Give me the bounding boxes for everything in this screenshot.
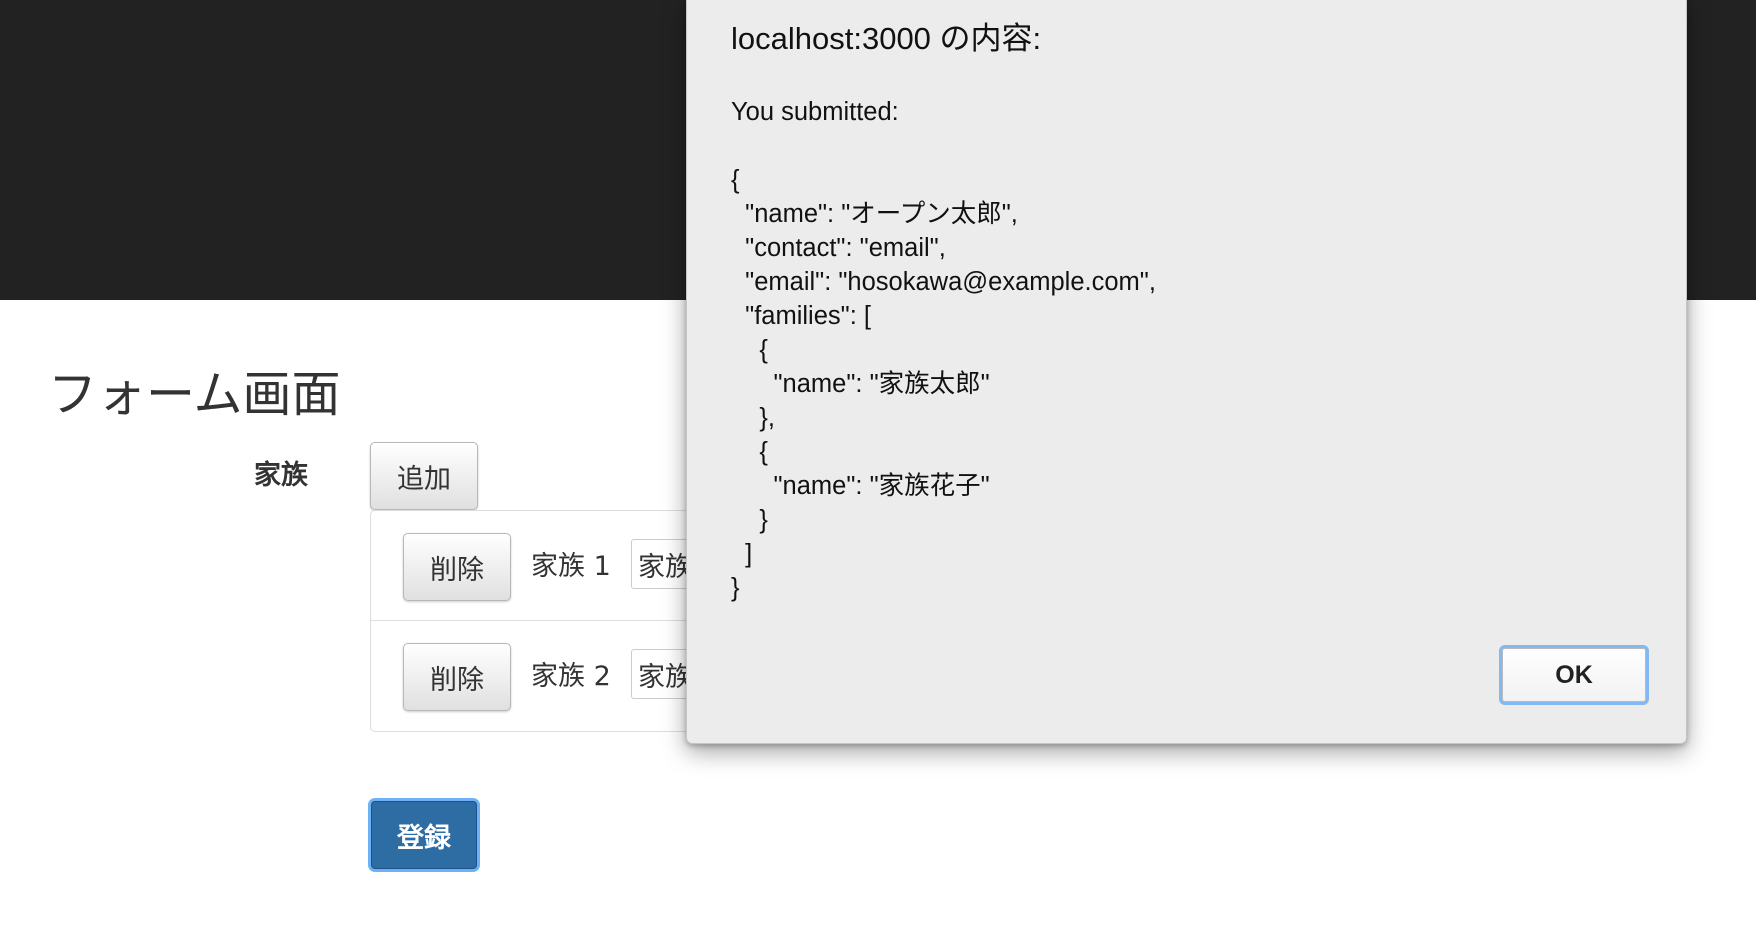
families-field-label: 家族 (254, 460, 308, 491)
alert-dialog-message: You submitted: { "name": "オープン太郎", "cont… (731, 98, 1156, 602)
alert-ok-button[interactable]: OK (1499, 645, 1649, 705)
family-row-label: 家族 2 (531, 661, 611, 692)
delete-family-button[interactable]: 削除 (403, 533, 511, 601)
delete-family-button[interactable]: 削除 (403, 643, 511, 711)
register-submit-button[interactable]: 登録 (368, 798, 480, 872)
page-title: フォーム画面 (48, 366, 341, 423)
alert-dialog-title: localhost:3000 の内容: (731, 21, 1042, 56)
alert-dialog: localhost:3000 の内容: You submitted: { "na… (686, 0, 1687, 744)
add-family-button[interactable]: 追加 (370, 442, 478, 510)
family-row-label: 家族 1 (531, 551, 611, 582)
